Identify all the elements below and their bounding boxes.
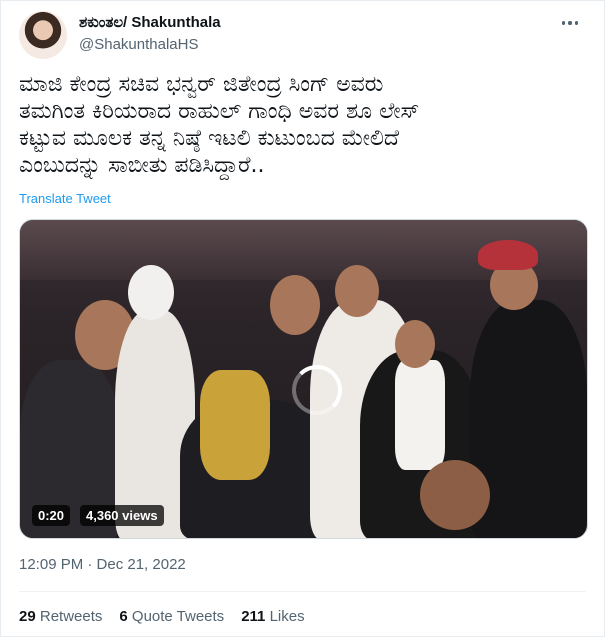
retweets-label: Retweets [39, 608, 103, 625]
quote-tweets-label: Quote Tweets [131, 608, 225, 625]
author-name[interactable]: ಶಕುಂತಲ/ Shakunthala [79, 14, 221, 31]
video-figure-head [335, 265, 379, 317]
author-handle[interactable]: @ShakunthalaHS [79, 36, 198, 53]
retweets-count: 29 [19, 608, 36, 625]
video-player[interactable]: 0:20 4,360 views [19, 219, 588, 539]
video-figure-head [420, 460, 490, 530]
retweets-stat[interactable]: 29 Retweets [19, 608, 102, 625]
video-figure-head [128, 265, 174, 320]
video-figure [395, 360, 445, 470]
avatar[interactable] [19, 11, 67, 59]
video-duration-badge: 0:20 [32, 505, 71, 526]
more-icon[interactable] [556, 13, 584, 33]
tweet-timestamp[interactable]: 12:09 PM · Dec 21, 2022 [19, 556, 186, 573]
tweet-card: ಶಕುಂತಲ/ Shakunthala @ShakunthalaHS ಮಾಜಿ … [0, 0, 605, 637]
quote-tweets-stat[interactable]: 6 Quote Tweets [119, 608, 224, 625]
tweet-text: ಮಾಜಿ ಕೇಂದ್ರ ಸಚಿವ ಭನ್ವರ್ ಜಿತೇಂದ್ರ ಸಿಂಗ್ ಅ… [19, 72, 420, 178]
divider [19, 591, 586, 592]
translate-tweet-link[interactable]: Translate Tweet [19, 191, 111, 206]
loading-spinner-icon [292, 365, 342, 415]
video-views-badge: 4,360 views [80, 505, 164, 526]
likes-label: Likes [269, 608, 305, 625]
tweet-stats: 29 Retweets 6 Quote Tweets 211 Likes [19, 608, 305, 625]
video-figure-head [270, 275, 320, 335]
likes-stat[interactable]: 211 Likes [241, 608, 304, 625]
video-figure-head [395, 320, 435, 368]
quote-tweets-count: 6 [119, 608, 128, 625]
video-figure [200, 370, 270, 480]
video-figure [478, 240, 538, 270]
likes-count: 211 [241, 608, 266, 625]
